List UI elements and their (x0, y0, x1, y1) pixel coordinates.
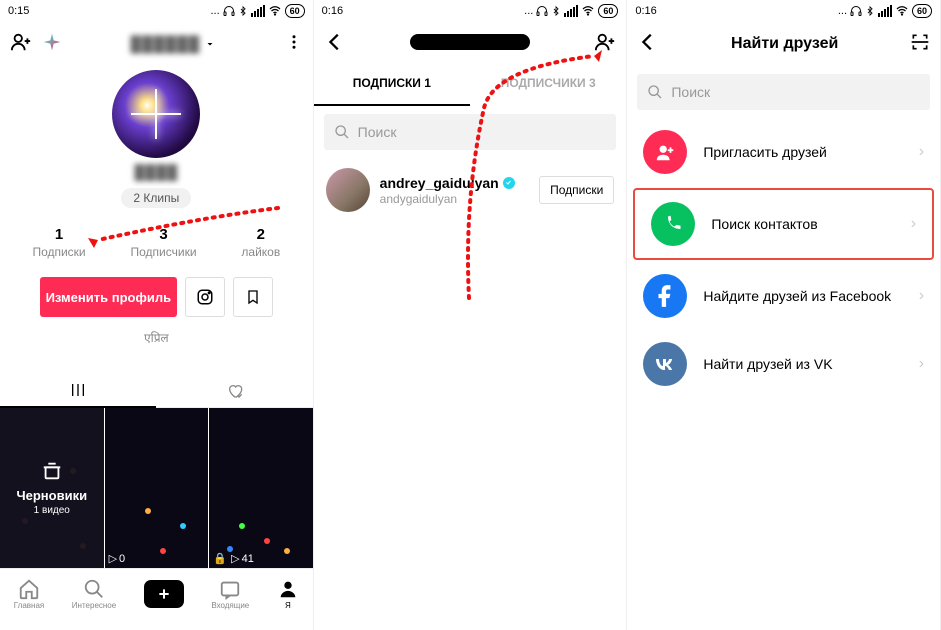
edit-profile-button[interactable]: Изменить профиль (40, 277, 177, 317)
headphones-icon (223, 5, 235, 17)
phone-icon (651, 202, 695, 246)
content-tabs (0, 374, 313, 408)
option-contacts[interactable]: Поиск контактов › (635, 190, 932, 258)
nav-inbox[interactable]: Входящие (211, 578, 249, 610)
search-input[interactable]: Поиск (324, 114, 617, 150)
stat-following[interactable]: 1Подписки (32, 226, 85, 259)
play-count: ▷ 0 (109, 552, 126, 565)
stats-row: 1Подписки 3Подписчики 2лайков (0, 226, 313, 259)
headphones-icon (850, 5, 862, 17)
clock: 0:15 (8, 5, 29, 17)
nav-create[interactable] (144, 580, 184, 608)
nav-home[interactable]: Главная (14, 578, 44, 610)
play-count: ▷ 41 (231, 552, 254, 565)
nav-profile[interactable]: Я (277, 578, 299, 610)
bottom-nav: Главная Интересное Входящие Я (0, 568, 313, 618)
screen-profile: 0:15 ... 60 ██████ ████ 2 Клипы 1Подписк… (0, 0, 314, 630)
status-dots: ... (210, 5, 219, 17)
facebook-icon (643, 274, 687, 318)
tab-liked[interactable] (156, 383, 312, 399)
stat-followers[interactable]: 3Подписчики (131, 226, 197, 259)
screen-following: 0:16 ... 60 ПОДПИСКИ 1 ПОДПИСЧИКИ 3 Поис… (314, 0, 628, 630)
profile-username-dropdown[interactable]: ██████ (62, 36, 285, 53)
user-row[interactable]: andrey_gaidulyan andygaidulyan Подписки (314, 158, 627, 222)
wifi-icon (895, 5, 909, 17)
bio-text: एप्रिल (0, 329, 313, 346)
gallery-item[interactable]: 🔒 ▷ 41 (209, 408, 313, 568)
search-icon (334, 124, 350, 140)
wifi-icon (268, 5, 282, 17)
video-gallery: Черновики 1 видео ▷ 0 🔒 ▷ 41 (0, 408, 313, 568)
menu-button[interactable] (285, 33, 303, 56)
chevron-right-icon: › (919, 355, 924, 373)
user-name: andrey_gaidulyan (380, 175, 529, 191)
back-button[interactable] (324, 31, 346, 58)
chevron-down-icon (204, 38, 216, 50)
find-friends-topbar: Найти друзей (627, 22, 940, 66)
follow-tabs: ПОДПИСКИ 1 ПОДПИСЧИКИ 3 (314, 66, 627, 106)
status-bar: 0:15 ... 60 (0, 0, 313, 22)
page-title: Найти друзей (659, 35, 910, 53)
nav-discover[interactable]: Интересное (72, 578, 116, 610)
qr-scan-button[interactable] (910, 32, 930, 57)
signal-icon (564, 5, 578, 17)
chevron-right-icon: › (919, 143, 924, 161)
stat-likes[interactable]: 2лайков (241, 226, 280, 259)
status-bar: 0:16 ... 60 (314, 0, 627, 22)
bookmark-button[interactable] (233, 277, 273, 317)
tab-following[interactable]: ПОДПИСКИ 1 (314, 66, 470, 106)
headphones-icon (536, 5, 548, 17)
add-friend-button[interactable] (594, 31, 616, 58)
gallery-item-drafts[interactable]: Черновики 1 видео (0, 408, 104, 568)
chevron-right-icon: › (919, 287, 924, 305)
highlight-annotation: Поиск контактов › (633, 188, 934, 260)
user-handle: andygaidulyan (380, 192, 529, 206)
clock: 0:16 (322, 5, 343, 17)
wifi-icon (581, 5, 595, 17)
vk-icon (643, 342, 687, 386)
profile-topbar: ██████ (0, 22, 313, 66)
option-vk[interactable]: Найти друзей из VK › (627, 330, 940, 398)
tab-grid[interactable] (0, 374, 156, 408)
clock: 0:16 (635, 5, 656, 17)
tab-followers[interactable]: ПОДПИСЧИКИ 3 (470, 66, 626, 106)
sparkle-icon[interactable] (42, 32, 62, 57)
add-friend-button[interactable] (10, 31, 32, 58)
page-title-masked (346, 34, 595, 55)
option-invite-friends[interactable]: Пригласить друзей › (627, 118, 940, 186)
battery: 60 (285, 4, 305, 18)
signal-icon (251, 5, 265, 17)
clips-chip[interactable]: 2 Клипы (121, 188, 191, 208)
instagram-button[interactable] (185, 277, 225, 317)
option-facebook[interactable]: Найдите друзей из Facebook › (627, 262, 940, 330)
bluetooth-icon (238, 5, 248, 17)
avatar (326, 168, 370, 212)
profile-handle: ████ (0, 164, 313, 180)
invite-icon (643, 130, 687, 174)
avatar[interactable] (112, 70, 200, 158)
bluetooth-icon (551, 5, 561, 17)
chevron-right-icon: › (911, 215, 916, 233)
search-input[interactable]: Поиск (637, 74, 930, 110)
signal-icon (878, 5, 892, 17)
drafts-icon (41, 460, 63, 482)
screen-find-friends: 0:16 ... 60 Найти друзей Поиск Пригласит… (627, 0, 941, 630)
bluetooth-icon (865, 5, 875, 17)
verified-icon (503, 177, 515, 189)
lock-icon: 🔒 (213, 552, 227, 565)
following-topbar (314, 22, 627, 66)
gallery-item[interactable]: ▷ 0 (105, 408, 209, 568)
back-button[interactable] (637, 31, 659, 58)
status-bar: 0:16 ... 60 (627, 0, 940, 22)
search-icon (647, 84, 663, 100)
following-button[interactable]: Подписки (539, 176, 614, 204)
